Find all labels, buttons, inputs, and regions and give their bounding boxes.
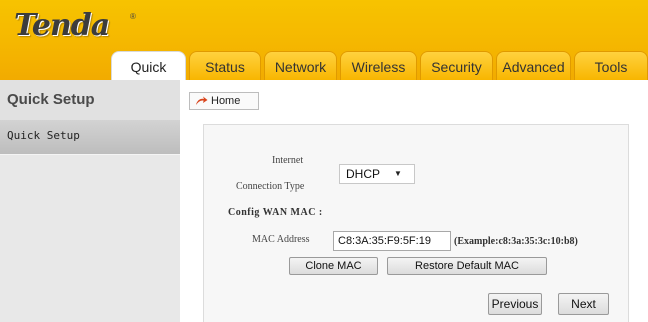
next-button[interactable]: Next: [558, 293, 609, 315]
mac-address-input[interactable]: C8:3A:35:F9:5F:19: [333, 231, 451, 251]
tab-security[interactable]: Security: [420, 51, 493, 80]
connection-type-label-line2: Connection Type: [236, 181, 305, 192]
sidebar-empty-area: [0, 155, 180, 322]
tab-quick-setup[interactable]: Quick Setup: [111, 51, 186, 105]
previous-button[interactable]: Previous: [488, 293, 542, 315]
tenda-logo: Tenda: [14, 8, 110, 43]
home-label: Home: [211, 95, 241, 107]
mac-example-hint: (Example:c8:3a:35:3c:10:b8): [454, 236, 578, 247]
connection-type-select[interactable]: DHCP ▼: [339, 164, 415, 184]
tab-wireless[interactable]: Wireless: [340, 51, 417, 80]
connection-type-value: DHCP: [346, 167, 381, 181]
tab-tools[interactable]: Tools: [574, 51, 648, 80]
tab-advanced[interactable]: Advanced: [496, 51, 571, 80]
home-arrow-icon: [196, 96, 208, 105]
restore-default-mac-button[interactable]: Restore Default MAC: [387, 257, 547, 275]
mac-address-label: MAC Address: [252, 234, 310, 245]
tab-network[interactable]: Network: [264, 51, 337, 80]
sidebar-title: Quick Setup: [0, 80, 180, 120]
sidebar-item-quick-setup[interactable]: Quick Setup: [0, 120, 180, 154]
connection-type-label-line1: Internet: [272, 155, 304, 166]
config-wan-mac-heading: Config WAN MAC :: [228, 207, 323, 218]
tab-status[interactable]: Status: [189, 51, 261, 80]
chevron-down-icon: ▼: [394, 169, 402, 178]
home-button[interactable]: Home: [189, 92, 259, 110]
clone-mac-button[interactable]: Clone MAC: [289, 257, 378, 275]
logo-registered-mark: ®: [130, 12, 136, 21]
